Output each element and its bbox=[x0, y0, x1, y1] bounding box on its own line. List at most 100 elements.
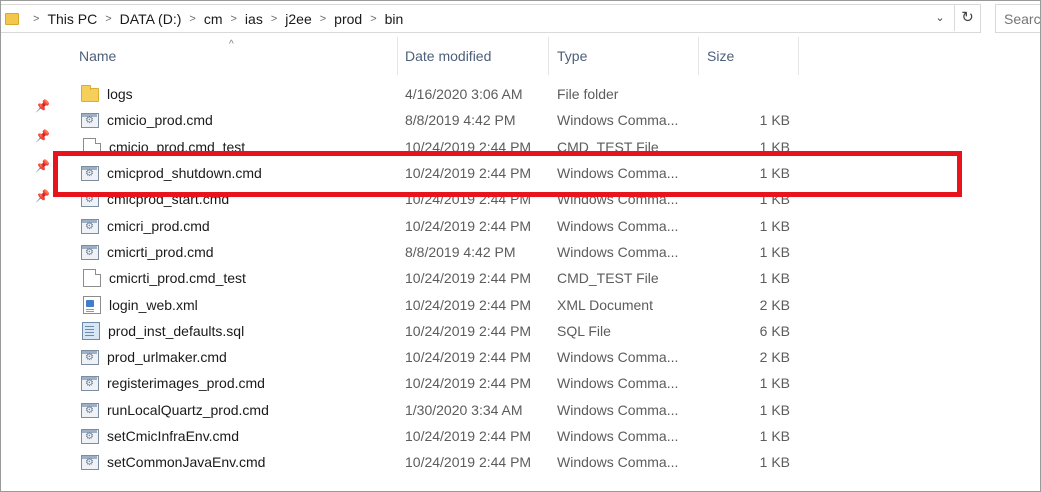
chevron-down-icon[interactable]: ⌄ bbox=[931, 9, 949, 27]
column-header-date-modified[interactable]: Date modified bbox=[398, 37, 549, 75]
column-header-name[interactable]: ^ Name bbox=[63, 37, 398, 75]
file-date: 10/24/2019 2:44 PM bbox=[405, 454, 532, 471]
breadcrumb-item[interactable]: bin bbox=[385, 11, 404, 27]
file-name: cmicio_prod.cmd bbox=[107, 112, 213, 129]
breadcrumb-item[interactable]: ias bbox=[245, 11, 263, 27]
file-row[interactable]: setCommonJavaEnv.cmd 10/24/2019 2:44 PM Wi… bbox=[63, 449, 803, 475]
file-date: 10/24/2019 2:44 PM bbox=[405, 217, 532, 234]
chevron-right-icon[interactable]: > bbox=[33, 13, 39, 25]
doc-file-icon bbox=[83, 269, 101, 288]
file-type: Windows Comma... bbox=[557, 401, 679, 418]
chevron-right-icon[interactable]: > bbox=[105, 13, 111, 25]
file-date: 10/24/2019 2:44 PM bbox=[405, 165, 532, 182]
address-box[interactable]: > This PC > DATA (D:) > cm > ias > j2ee > prod > bin bbox=[1, 4, 981, 33]
file-size: 1 KB bbox=[759, 165, 790, 182]
chevron-right-icon[interactable]: > bbox=[230, 13, 236, 25]
chevron-right-icon[interactable]: > bbox=[370, 13, 376, 25]
file-name: setCommonJavaEnv.cmd bbox=[107, 454, 266, 471]
file-row[interactable]: prod_urlmaker.cmd 10/24/2019 2:44 PM Windo… bbox=[63, 344, 803, 370]
chevron-right-icon[interactable]: > bbox=[271, 13, 277, 25]
file-row[interactable]: prod_inst_defaults.sql 10/24/2019 2:44 PM… bbox=[63, 318, 803, 344]
file-row[interactable]: cmicio_prod.cmd_test 10/24/2019 2:44 PM CM… bbox=[63, 134, 803, 160]
file-date: 10/24/2019 2:44 PM bbox=[405, 375, 532, 392]
file-date: 8/8/2019 4:42 PM bbox=[405, 243, 516, 260]
file-size: 1 KB bbox=[759, 191, 790, 208]
file-type: XML Document bbox=[557, 296, 653, 313]
file-type: Windows Comma... bbox=[557, 428, 679, 444]
pin-icon[interactable]: 📌 bbox=[35, 189, 50, 203]
file-name-cell: cmicprod_shutdown.cmd bbox=[63, 165, 398, 182]
pin-icon[interactable]: 📌 bbox=[35, 159, 50, 173]
file-name: setCmicInfraEnv.cmd bbox=[107, 428, 239, 444]
breadcrumb: > This PC > DATA (D:) > cm > ias > j2ee > prod > bin bbox=[25, 11, 403, 27]
file-type: Windows Comma... bbox=[557, 165, 679, 182]
file-row[interactable]: logs 4/16/2020 3:06 AM File folder bbox=[63, 81, 803, 107]
breadcrumb-item[interactable]: prod bbox=[334, 11, 362, 27]
file-size: 1 KB bbox=[759, 428, 790, 444]
doc-file-icon bbox=[83, 137, 101, 156]
file-row[interactable]: login_web.xml 10/24/2019 2:44 PM XML Docum… bbox=[63, 291, 803, 317]
breadcrumb-item[interactable]: j2ee bbox=[285, 11, 311, 27]
file-name: cmicprod_shutdown.cmd bbox=[107, 165, 262, 182]
pin-icon[interactable]: 📌 bbox=[35, 99, 50, 113]
cmd-file-icon bbox=[81, 113, 99, 129]
breadcrumb-item[interactable]: DATA (D:) bbox=[120, 11, 182, 27]
file-date: 8/8/2019 4:42 PM bbox=[405, 112, 516, 129]
chevron-right-icon[interactable]: > bbox=[320, 13, 326, 25]
file-row[interactable]: cmicrti_prod.cmd_test 10/24/2019 2:44 PM C… bbox=[63, 265, 803, 291]
file-type: Windows Comma... bbox=[557, 375, 679, 392]
file-date: 10/24/2019 2:44 PM bbox=[405, 191, 532, 208]
column-header-type[interactable]: Type bbox=[549, 37, 699, 75]
file-name: cmicri_prod.cmd bbox=[107, 217, 210, 234]
file-size: 1 KB bbox=[759, 217, 790, 234]
cmd-file-icon bbox=[81, 350, 99, 366]
breadcrumb-item[interactable]: cm bbox=[204, 11, 223, 27]
search-input[interactable] bbox=[1004, 10, 1040, 27]
file-name-cell: cmicprod_start.cmd bbox=[63, 191, 398, 208]
file-row[interactable]: cmicprod_start.cmd 10/24/2019 2:44 PM Wind… bbox=[63, 186, 803, 212]
file-date: 4/16/2020 3:06 AM bbox=[405, 86, 523, 103]
breadcrumb-item[interactable]: This PC bbox=[47, 11, 97, 27]
column-header-label: Size bbox=[707, 48, 735, 64]
file-row[interactable]: setCmicInfraEnv.cmd 10/24/2019 2:44 PM Win… bbox=[63, 423, 803, 449]
pin-icon[interactable]: 📌 bbox=[35, 129, 50, 143]
refresh-icon[interactable]: ↻ bbox=[954, 5, 980, 31]
cmd-file-icon bbox=[81, 455, 99, 471]
file-row[interactable]: runLocalQuartz_prod.cmd 1/30/2020 3:34 AM… bbox=[63, 397, 803, 423]
file-name-cell: runLocalQuartz_prod.cmd bbox=[63, 402, 398, 418]
file-name-cell: cmicrti_prod.cmd_test bbox=[63, 269, 398, 288]
file-type: Windows Comma... bbox=[557, 191, 679, 208]
file-row[interactable]: cmicrti_prod.cmd 8/8/2019 4:42 PM Windows … bbox=[63, 239, 803, 265]
sql-file-icon bbox=[82, 321, 100, 340]
cmd-file-icon bbox=[81, 402, 99, 418]
file-date: 10/24/2019 2:44 PM bbox=[405, 349, 532, 366]
column-header-label: Date modified bbox=[405, 48, 492, 64]
column-headers: ^ Name Date modified Type Size bbox=[63, 37, 799, 75]
file-date: 10/24/2019 2:44 PM bbox=[405, 296, 532, 313]
file-size: 1 KB bbox=[759, 138, 790, 155]
file-row[interactable]: cmicio_prod.cmd 8/8/2019 4:42 PM Windows C… bbox=[63, 107, 803, 133]
file-name: runLocalQuartz_prod.cmd bbox=[107, 401, 269, 418]
column-header-size[interactable]: Size bbox=[699, 37, 799, 75]
file-row[interactable]: cmicprod_shutdown.cmd 10/24/2019 2:44 PM W… bbox=[63, 160, 803, 186]
file-name: cmicio_prod.cmd_test bbox=[109, 138, 246, 155]
file-row[interactable]: registerimages_prod.cmd 10/24/2019 2:44 P… bbox=[63, 370, 803, 396]
column-header-label: Type bbox=[557, 48, 588, 64]
chevron-right-icon[interactable]: > bbox=[189, 13, 195, 25]
file-size: 1 KB bbox=[759, 401, 790, 418]
sort-ascending-icon: ^ bbox=[229, 39, 234, 50]
cmd-file-icon bbox=[81, 429, 99, 444]
cmd-file-icon bbox=[81, 376, 99, 392]
folder-file-icon bbox=[81, 85, 99, 103]
folder-icon bbox=[5, 12, 19, 25]
file-row[interactable]: cmicri_prod.cmd 10/24/2019 2:44 PM Windows… bbox=[63, 212, 803, 238]
file-name-cell: prod_inst_defaults.sql bbox=[63, 321, 398, 340]
file-size: 1 KB bbox=[759, 112, 790, 129]
file-type: CMD_TEST File bbox=[557, 138, 659, 155]
file-name: prod_urlmaker.cmd bbox=[107, 349, 227, 366]
file-size: 6 KB bbox=[759, 322, 790, 339]
file-name-cell: setCommonJavaEnv.cmd bbox=[63, 454, 398, 471]
file-name-cell: cmicio_prod.cmd bbox=[63, 112, 398, 129]
search-box[interactable] bbox=[995, 4, 1040, 33]
cmd-file-icon bbox=[81, 218, 99, 234]
